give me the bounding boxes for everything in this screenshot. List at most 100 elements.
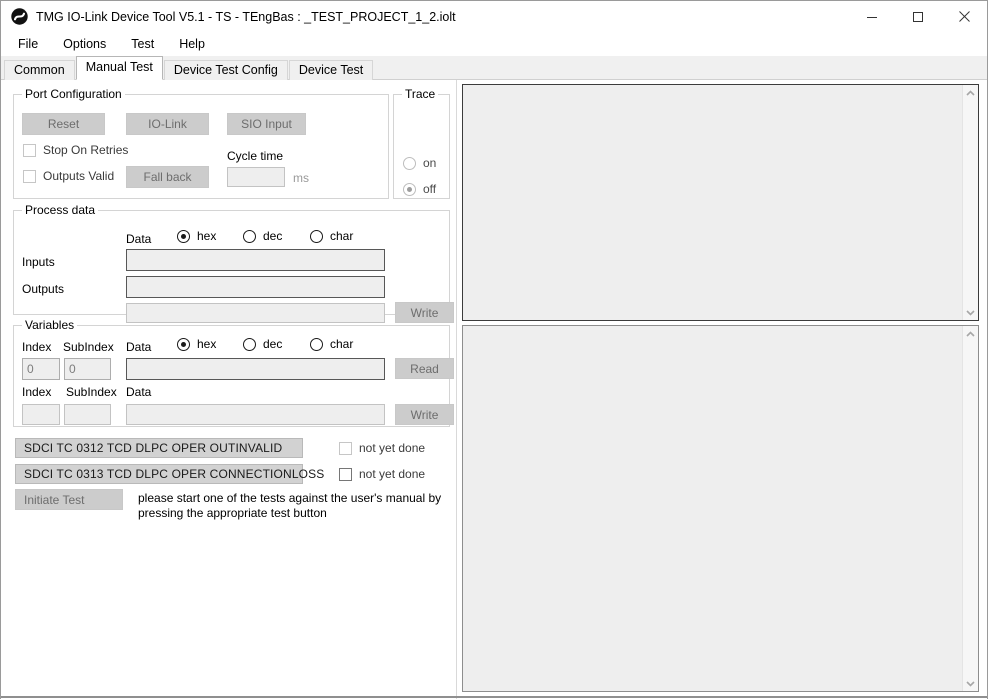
- variables-write-subindex-input[interactable]: [64, 404, 111, 425]
- window-controls: [849, 1, 987, 32]
- process-data-char-label: char: [330, 229, 353, 243]
- tab-manual-test[interactable]: Manual Test: [76, 56, 163, 80]
- trace-on-radio[interactable]: on: [403, 156, 436, 170]
- scroll-track[interactable]: [963, 342, 978, 675]
- radio-circle: [403, 183, 416, 196]
- reset-button[interactable]: Reset: [22, 113, 105, 135]
- process-data-char-radio[interactable]: char: [310, 229, 353, 243]
- tab-strip: Common Manual Test Device Test Config De…: [1, 56, 987, 80]
- cycle-time-input[interactable]: [227, 167, 285, 187]
- sio-input-button[interactable]: SIO Input: [227, 113, 306, 135]
- content-area: Port Configuration Reset IO-Link SIO Inp…: [1, 80, 987, 699]
- variables-dec-radio[interactable]: dec: [243, 337, 282, 351]
- initiate-test-button[interactable]: Initiate Test: [15, 489, 123, 510]
- status-bar: [1, 696, 987, 698]
- close-icon: [958, 10, 971, 23]
- inputs-input[interactable]: [126, 249, 385, 271]
- variables-index-input[interactable]: 0: [22, 358, 60, 380]
- variables-index-label: Index: [22, 340, 51, 354]
- variables-data-input[interactable]: [126, 358, 385, 380]
- trace-off-label: off: [423, 182, 436, 196]
- process-data-write-button[interactable]: Write: [395, 302, 454, 323]
- maximize-icon: [912, 11, 924, 23]
- menu-item-help[interactable]: Help: [173, 35, 217, 53]
- radio-circle: [177, 230, 190, 243]
- checkbox-box: [339, 468, 352, 481]
- scroll-track[interactable]: [963, 101, 978, 304]
- cycle-time-unit-label: ms: [293, 171, 309, 185]
- tab-device-test-config[interactable]: Device Test Config: [164, 60, 288, 80]
- process-data-dec-radio[interactable]: dec: [243, 229, 282, 243]
- variables-write-subindex-label: SubIndex: [66, 385, 117, 399]
- outputs-input[interactable]: [126, 276, 385, 298]
- close-button[interactable]: [941, 1, 987, 32]
- menu-item-test[interactable]: Test: [125, 35, 166, 53]
- variables-hex-radio[interactable]: hex: [177, 337, 216, 351]
- test-case-status-label: not yet done: [359, 467, 425, 481]
- log-panel-bottom[interactable]: [462, 325, 979, 692]
- inputs-label: Inputs: [22, 255, 55, 269]
- process-data-data-label: Data: [126, 232, 151, 246]
- chevron-up-icon[interactable]: [963, 85, 978, 101]
- minimize-icon: [866, 11, 878, 23]
- variables-write-button[interactable]: Write: [395, 404, 454, 425]
- test-case-status-0313[interactable]: not yet done: [339, 467, 425, 481]
- chevron-up-icon[interactable]: [963, 326, 978, 342]
- application-window: TMG IO-Link Device Tool V5.1 - TS - TEng…: [0, 0, 988, 699]
- chevron-down-icon[interactable]: [963, 304, 978, 320]
- tab-common[interactable]: Common: [4, 60, 75, 80]
- variables-data-label: Data: [126, 340, 151, 354]
- test-case-status-0312[interactable]: not yet done: [339, 441, 425, 455]
- app-logo-icon: [11, 8, 28, 25]
- log-panel-bottom-scrollbar[interactable]: [962, 326, 978, 691]
- menu-bar: File Options Test Help: [1, 32, 987, 56]
- process-data-write-input[interactable]: [126, 303, 385, 323]
- test-case-button-0313[interactable]: SDCI TC 0313 TCD DLPC OPER CONNECTIONLOS…: [15, 464, 303, 484]
- test-hint-text: please start one of the tests against th…: [138, 491, 450, 521]
- chevron-down-icon[interactable]: [963, 675, 978, 691]
- variables-group: Variables Index SubIndex Data hex dec ch…: [13, 325, 450, 427]
- minimize-button[interactable]: [849, 1, 895, 32]
- variables-title: Variables: [22, 318, 77, 332]
- checkbox-box: [339, 442, 352, 455]
- io-link-button[interactable]: IO-Link: [126, 113, 209, 135]
- outputs-valid-label: Outputs Valid: [43, 169, 114, 183]
- radio-circle: [403, 157, 416, 170]
- test-case-button-0312[interactable]: SDCI TC 0312 TCD DLPC OPER OUTINVALID: [15, 438, 303, 458]
- log-panel-top-scrollbar[interactable]: [962, 85, 978, 320]
- menu-item-options[interactable]: Options: [57, 35, 118, 53]
- variables-subindex-input[interactable]: 0: [64, 358, 111, 380]
- outputs-valid-checkbox[interactable]: Outputs Valid: [23, 169, 114, 183]
- radio-circle: [243, 230, 256, 243]
- variables-write-index-input[interactable]: [22, 404, 60, 425]
- process-data-group: Process data Data hex dec char Inputs Ou…: [13, 210, 450, 315]
- test-case-status-label: not yet done: [359, 441, 425, 455]
- variables-write-data-label: Data: [126, 385, 151, 399]
- variables-read-button[interactable]: Read: [395, 358, 454, 379]
- variables-write-index-label: Index: [22, 385, 51, 399]
- radio-circle: [310, 230, 323, 243]
- menu-item-file[interactable]: File: [12, 35, 50, 53]
- variables-dec-label: dec: [263, 337, 282, 351]
- radio-circle: [177, 338, 190, 351]
- title-bar: TMG IO-Link Device Tool V5.1 - TS - TEng…: [1, 1, 987, 32]
- checkbox-box: [23, 144, 36, 157]
- variables-char-radio[interactable]: char: [310, 337, 353, 351]
- fall-back-button[interactable]: Fall back: [126, 166, 209, 188]
- trace-group: Trace on off: [393, 94, 450, 199]
- process-data-dec-label: dec: [263, 229, 282, 243]
- trace-off-radio[interactable]: off: [403, 182, 436, 196]
- process-data-hex-radio[interactable]: hex: [177, 229, 216, 243]
- trace-title: Trace: [402, 87, 438, 101]
- radio-circle: [310, 338, 323, 351]
- variables-write-data-input[interactable]: [126, 404, 385, 425]
- log-panel-top[interactable]: [462, 84, 979, 321]
- radio-circle: [243, 338, 256, 351]
- variables-subindex-label: SubIndex: [63, 340, 114, 354]
- process-data-hex-label: hex: [197, 229, 216, 243]
- tab-device-test[interactable]: Device Test: [289, 60, 373, 80]
- maximize-button[interactable]: [895, 1, 941, 32]
- outputs-label: Outputs: [22, 282, 64, 296]
- stop-on-retries-checkbox[interactable]: Stop On Retries: [23, 143, 128, 157]
- variables-char-label: char: [330, 337, 353, 351]
